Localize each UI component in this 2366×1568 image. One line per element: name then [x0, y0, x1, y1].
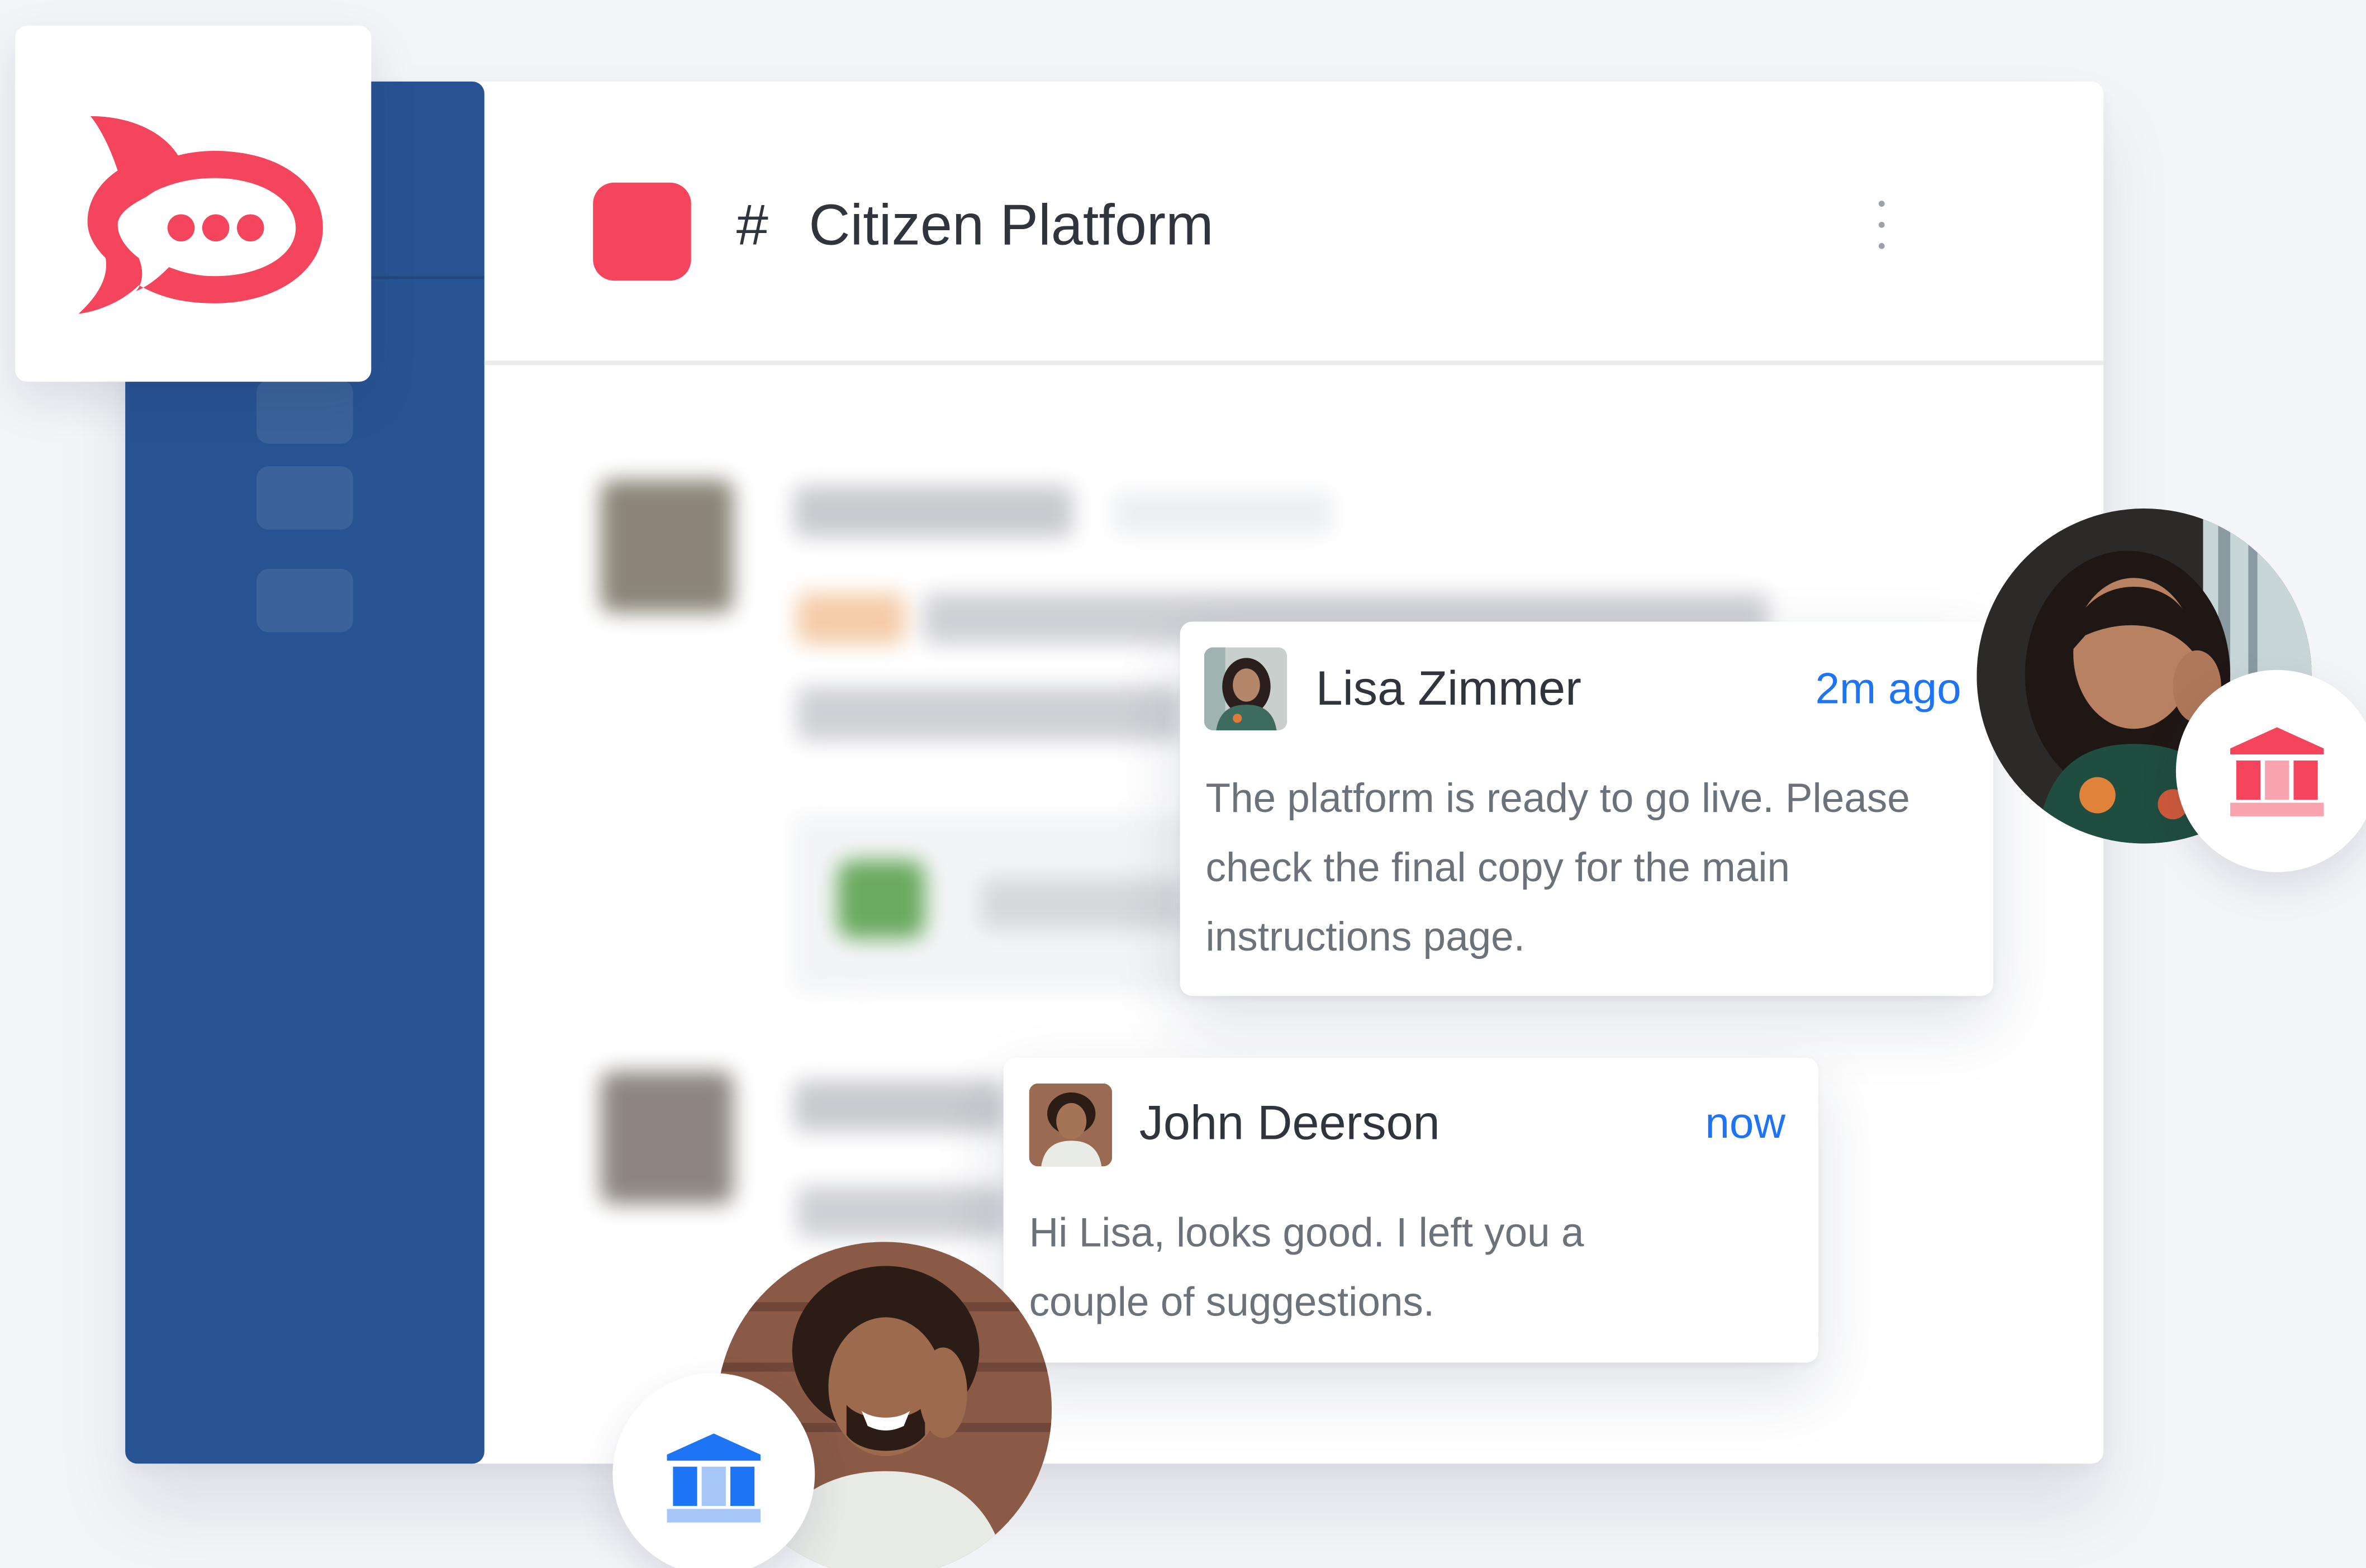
blurred-text	[796, 593, 906, 645]
canvas: # Citizen Platform Lisa Zimmer 2m ago Th…	[0, 0, 2366, 1568]
channel-avatar	[593, 182, 691, 281]
app-logo	[15, 25, 372, 382]
person-avatar-icon	[1204, 647, 1287, 730]
header-divider	[484, 360, 2104, 365]
avatar	[600, 1071, 734, 1204]
blurred-text	[1113, 492, 1333, 534]
message-time: 2m ago	[1815, 665, 1961, 714]
blurred-text	[796, 1186, 1008, 1238]
avatar	[600, 479, 734, 613]
blurred-text	[794, 1080, 1005, 1132]
avatar	[1204, 647, 1287, 730]
message-text: The platform is ready to go live. Please…	[1205, 775, 1910, 960]
government-building-icon	[667, 1433, 761, 1523]
government-building-icon	[2230, 727, 2324, 816]
blurred-text	[794, 486, 1073, 538]
channel-title: Citizen Platform	[809, 194, 1214, 258]
blurred-text	[981, 878, 1185, 930]
blurred-text	[796, 686, 1182, 741]
message-text: Hi Lisa, looks good. I left you a couple…	[1029, 1210, 1584, 1325]
author-name: Lisa Zimmer	[1315, 661, 1581, 715]
rocket-chat-logo-icon	[78, 116, 323, 314]
channel-hash: #	[736, 194, 768, 258]
author-name: John Deerson	[1139, 1095, 1440, 1150]
drive-icon	[837, 860, 925, 939]
person-avatar-icon	[1029, 1083, 1113, 1167]
kebab-menu-icon[interactable]	[1864, 193, 1900, 260]
notification-card[interactable]: John Deerson now Hi Lisa, looks good. I …	[1003, 1057, 1818, 1363]
notification-card[interactable]: Lisa Zimmer 2m ago The platform is ready…	[1180, 621, 1994, 996]
government-badge	[612, 1373, 815, 1568]
message-time: now	[1705, 1100, 1786, 1148]
sidebar-item[interactable]	[256, 380, 353, 444]
avatar	[1029, 1083, 1113, 1167]
sidebar-item[interactable]	[256, 466, 353, 530]
government-badge	[2175, 669, 2366, 872]
sidebar-item[interactable]	[256, 569, 353, 633]
